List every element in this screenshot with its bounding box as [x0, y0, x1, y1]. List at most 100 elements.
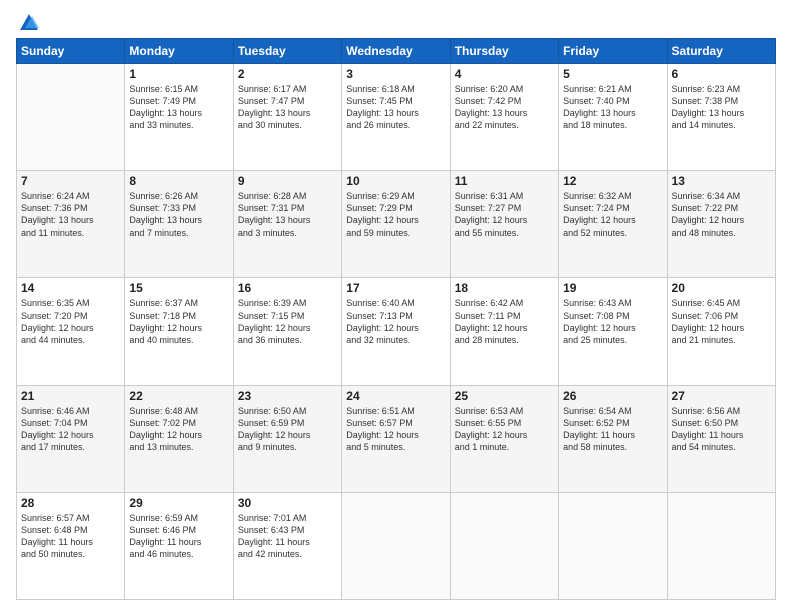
calendar-cell: 14Sunrise: 6:35 AMSunset: 7:20 PMDayligh…	[17, 278, 125, 385]
day-info: Sunrise: 6:39 AMSunset: 7:15 PMDaylight:…	[238, 297, 337, 346]
calendar-cell: 6 Sunrise: 6:23 AMSunset: 7:38 PMDaylight…	[667, 64, 775, 171]
calendar-cell: 20 Sunrise: 6:45 AMSunset: 7:06 PMDayligh…	[667, 278, 775, 385]
calendar-cell: 2 Sunrise: 6:17 AMSunset: 7:47 PMDaylight…	[233, 64, 341, 171]
day-number: 15	[129, 281, 228, 295]
day-number: 19	[563, 281, 662, 295]
logo-icon	[18, 12, 40, 34]
day-info: Sunrise: 6:28 AMSunset: 7:31 PMDaylight:…	[238, 190, 337, 239]
day-info: Sunrise: 6:23 AMSunset: 7:38 PMDaylight:…	[672, 83, 771, 132]
day-info: Sunrise: 6:31 AMSunset: 7:27 PMDaylight:…	[455, 190, 554, 239]
calendar-cell: 5 Sunrise: 6:21 AMSunset: 7:40 PMDaylight…	[559, 64, 667, 171]
day-info: Sunrise: 6:48 AMSunset: 7:02 PMDaylight:…	[129, 405, 228, 454]
calendar-cell: 8 Sunrise: 6:26 AMSunset: 7:33 PMDaylight…	[125, 171, 233, 278]
calendar-cell: 7 Sunrise: 6:24 AMSunset: 7:36 PMDaylight…	[17, 171, 125, 278]
day-number: 30	[238, 496, 337, 510]
calendar-cell: 16 Sunrise: 6:39 AMSunset: 7:15 PMDayligh…	[233, 278, 341, 385]
calendar-week-row: 21 Sunrise: 6:46 AMSunset: 7:04 PMDayligh…	[17, 385, 776, 492]
calendar-header-tuesday: Tuesday	[233, 39, 341, 64]
calendar-cell: 27Sunrise: 6:56 AMSunset: 6:50 PMDayligh…	[667, 385, 775, 492]
day-info: Sunrise: 6:43 AMSunset: 7:08 PMDaylight:…	[563, 297, 662, 346]
day-number: 25	[455, 389, 554, 403]
calendar-week-row: 14Sunrise: 6:35 AMSunset: 7:20 PMDayligh…	[17, 278, 776, 385]
calendar-cell	[559, 492, 667, 599]
day-number: 5	[563, 67, 662, 81]
day-number: 17	[346, 281, 445, 295]
day-number: 20	[672, 281, 771, 295]
calendar-cell: 15 Sunrise: 6:37 AMSunset: 7:18 PMDayligh…	[125, 278, 233, 385]
calendar-cell: 19 Sunrise: 6:43 AMSunset: 7:08 PMDayligh…	[559, 278, 667, 385]
day-number: 9	[238, 174, 337, 188]
day-info: Sunrise: 6:59 AMSunset: 6:46 PMDaylight:…	[129, 512, 228, 561]
calendar-header-sunday: Sunday	[17, 39, 125, 64]
day-info: Sunrise: 6:51 AMSunset: 6:57 PMDaylight:…	[346, 405, 445, 454]
day-number: 18	[455, 281, 554, 295]
calendar-header-monday: Monday	[125, 39, 233, 64]
day-number: 8	[129, 174, 228, 188]
day-info: Sunrise: 6:21 AMSunset: 7:40 PMDaylight:…	[563, 83, 662, 132]
day-number: 7	[21, 174, 120, 188]
day-info: Sunrise: 7:01 AMSunset: 6:43 PMDaylight:…	[238, 512, 337, 561]
calendar-cell: 18 Sunrise: 6:42 AMSunset: 7:11 PMDayligh…	[450, 278, 558, 385]
calendar-cell: 30 Sunrise: 7:01 AMSunset: 6:43 PMDayligh…	[233, 492, 341, 599]
day-number: 26	[563, 389, 662, 403]
day-info: Sunrise: 6:18 AMSunset: 7:45 PMDaylight:…	[346, 83, 445, 132]
day-info: Sunrise: 6:37 AMSunset: 7:18 PMDaylight:…	[129, 297, 228, 346]
calendar-cell: 9 Sunrise: 6:28 AMSunset: 7:31 PMDaylight…	[233, 171, 341, 278]
day-info: Sunrise: 6:20 AMSunset: 7:42 PMDaylight:…	[455, 83, 554, 132]
calendar-cell	[17, 64, 125, 171]
calendar-header-saturday: Saturday	[667, 39, 775, 64]
day-info: Sunrise: 6:35 AMSunset: 7:20 PMDaylight:…	[21, 297, 120, 346]
calendar-cell: 24 Sunrise: 6:51 AMSunset: 6:57 PMDayligh…	[342, 385, 450, 492]
calendar-cell: 28 Sunrise: 6:57 AMSunset: 6:48 PMDayligh…	[17, 492, 125, 599]
calendar-header-row: SundayMondayTuesdayWednesdayThursdayFrid…	[17, 39, 776, 64]
day-number: 21	[21, 389, 120, 403]
day-number: 4	[455, 67, 554, 81]
day-info: Sunrise: 6:34 AMSunset: 7:22 PMDaylight:…	[672, 190, 771, 239]
day-number: 23	[238, 389, 337, 403]
day-number: 3	[346, 67, 445, 81]
calendar-cell: 29 Sunrise: 6:59 AMSunset: 6:46 PMDayligh…	[125, 492, 233, 599]
day-info: Sunrise: 6:42 AMSunset: 7:11 PMDaylight:…	[455, 297, 554, 346]
calendar-cell: 22Sunrise: 6:48 AMSunset: 7:02 PMDayligh…	[125, 385, 233, 492]
calendar-cell: 12Sunrise: 6:32 AMSunset: 7:24 PMDayligh…	[559, 171, 667, 278]
day-info: Sunrise: 6:54 AMSunset: 6:52 PMDaylight:…	[563, 405, 662, 454]
day-info: Sunrise: 6:46 AMSunset: 7:04 PMDaylight:…	[21, 405, 120, 454]
calendar-week-row: 28 Sunrise: 6:57 AMSunset: 6:48 PMDayligh…	[17, 492, 776, 599]
day-info: Sunrise: 6:32 AMSunset: 7:24 PMDaylight:…	[563, 190, 662, 239]
calendar-cell	[342, 492, 450, 599]
day-number: 29	[129, 496, 228, 510]
calendar-cell: 13 Sunrise: 6:34 AMSunset: 7:22 PMDayligh…	[667, 171, 775, 278]
day-number: 6	[672, 67, 771, 81]
day-info: Sunrise: 6:56 AMSunset: 6:50 PMDaylight:…	[672, 405, 771, 454]
day-info: Sunrise: 6:26 AMSunset: 7:33 PMDaylight:…	[129, 190, 228, 239]
day-number: 24	[346, 389, 445, 403]
day-number: 10	[346, 174, 445, 188]
day-number: 13	[672, 174, 771, 188]
day-info: Sunrise: 6:45 AMSunset: 7:06 PMDaylight:…	[672, 297, 771, 346]
calendar-cell: 1Sunrise: 6:15 AMSunset: 7:49 PMDaylight…	[125, 64, 233, 171]
day-number: 28	[21, 496, 120, 510]
calendar-table: SundayMondayTuesdayWednesdayThursdayFrid…	[16, 38, 776, 600]
day-info: Sunrise: 6:15 AMSunset: 7:49 PMDaylight:…	[129, 83, 228, 132]
calendar-cell: 10 Sunrise: 6:29 AMSunset: 7:29 PMDayligh…	[342, 171, 450, 278]
day-info: Sunrise: 6:57 AMSunset: 6:48 PMDaylight:…	[21, 512, 120, 561]
calendar-cell	[667, 492, 775, 599]
day-info: Sunrise: 6:29 AMSunset: 7:29 PMDaylight:…	[346, 190, 445, 239]
day-info: Sunrise: 6:17 AMSunset: 7:47 PMDaylight:…	[238, 83, 337, 132]
day-number: 11	[455, 174, 554, 188]
calendar-cell: 23Sunrise: 6:50 AMSunset: 6:59 PMDayligh…	[233, 385, 341, 492]
calendar-cell: 26 Sunrise: 6:54 AMSunset: 6:52 PMDayligh…	[559, 385, 667, 492]
day-number: 2	[238, 67, 337, 81]
calendar-cell: 17 Sunrise: 6:40 AMSunset: 7:13 PMDayligh…	[342, 278, 450, 385]
calendar-cell: 25 Sunrise: 6:53 AMSunset: 6:55 PMDayligh…	[450, 385, 558, 492]
day-info: Sunrise: 6:24 AMSunset: 7:36 PMDaylight:…	[21, 190, 120, 239]
calendar-header-thursday: Thursday	[450, 39, 558, 64]
calendar-cell: 21 Sunrise: 6:46 AMSunset: 7:04 PMDayligh…	[17, 385, 125, 492]
day-info: Sunrise: 6:40 AMSunset: 7:13 PMDaylight:…	[346, 297, 445, 346]
calendar-cell: 3 Sunrise: 6:18 AMSunset: 7:45 PMDaylight…	[342, 64, 450, 171]
page: SundayMondayTuesdayWednesdayThursdayFrid…	[0, 0, 792, 612]
calendar-week-row: 1Sunrise: 6:15 AMSunset: 7:49 PMDaylight…	[17, 64, 776, 171]
day-info: Sunrise: 6:53 AMSunset: 6:55 PMDaylight:…	[455, 405, 554, 454]
day-number: 16	[238, 281, 337, 295]
calendar-header-friday: Friday	[559, 39, 667, 64]
